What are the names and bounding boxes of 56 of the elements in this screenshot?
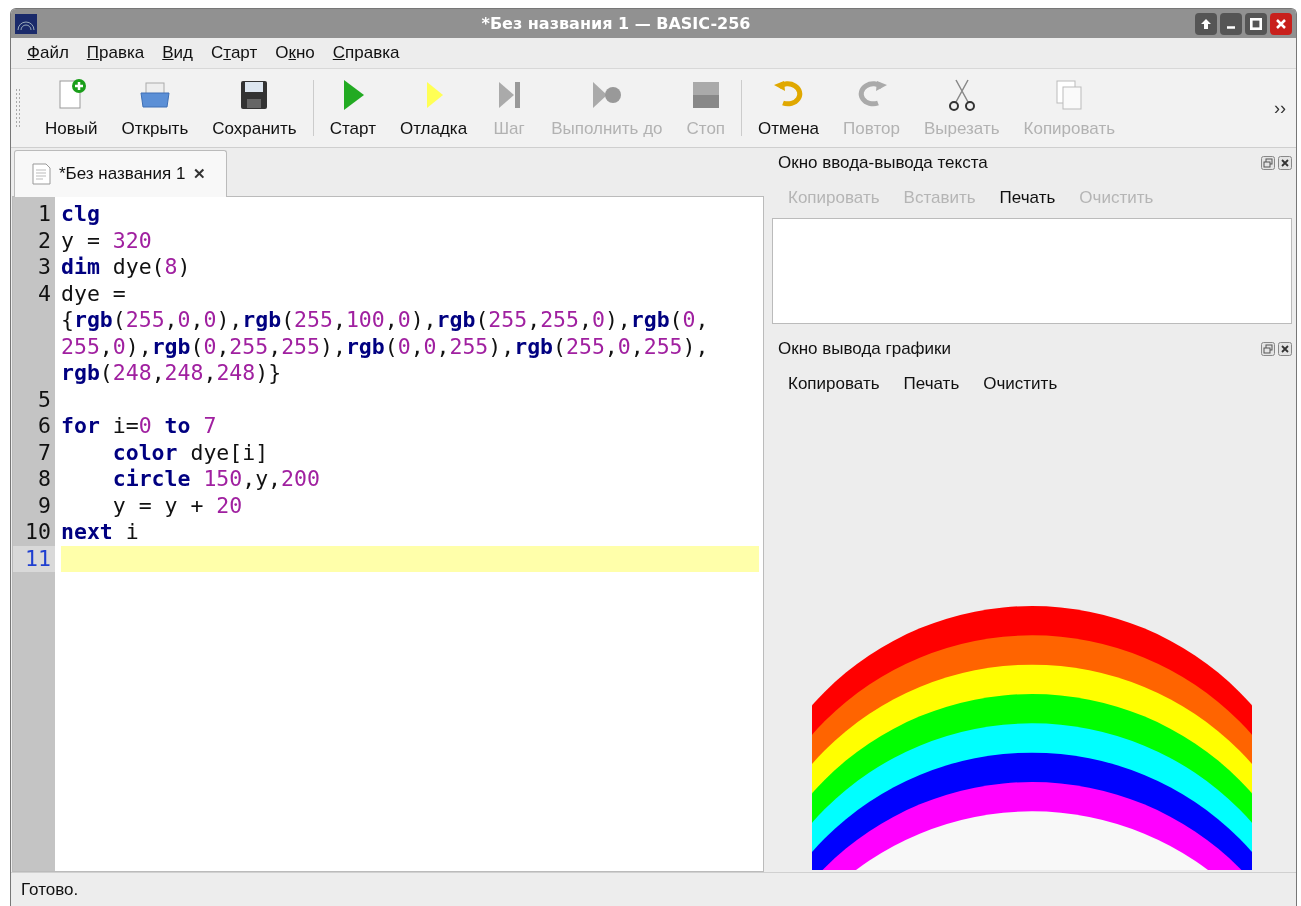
line-number: 1 — [37, 201, 52, 228]
minimize-icon — [1227, 26, 1235, 29]
panel-title: Окно вывода графики — [778, 339, 952, 359]
run-button[interactable]: Старт — [317, 73, 388, 143]
window-title: *Без названия 1 — BASIC-256 — [480, 14, 752, 33]
status-text: Готово. — [21, 880, 79, 900]
editor-tab[interactable]: *Без названия 1 ✕ — [14, 150, 228, 197]
code-line: color dye[i] — [111, 439, 270, 466]
menu-item[interactable]: Старт — [203, 40, 266, 66]
code-line: y = y + 20 — [111, 492, 244, 519]
text-output-field[interactable] — [772, 218, 1292, 324]
code-line: next i — [61, 519, 140, 546]
code-line: dye = {rgb(255,0,0),rgb(255,100,0),rgb(255,255,0),rgb(0, 255,0),rgb(0,255,255),rgb(0,0,255),rgb(255,0,255), rgb(248,248,248)} — [61, 280, 710, 387]
line-number: 8 — [37, 466, 52, 493]
close-icon — [1276, 18, 1286, 29]
line-number: 5 — [37, 386, 52, 413]
menu-item[interactable]: Справка — [324, 40, 408, 66]
close-button[interactable] — [1270, 12, 1292, 35]
menu-item[interactable]: Файл — [19, 40, 77, 66]
new-button[interactable]: Новый — [33, 73, 110, 143]
line-number: 4 — [37, 280, 52, 308]
document-icon — [31, 163, 51, 185]
graphics-output-action[interactable]: Копировать — [778, 370, 890, 398]
graphics-output-action[interactable]: Очистить — [973, 370, 1068, 398]
maximize-button[interactable] — [1245, 12, 1267, 35]
save-button[interactable]: Сохранить — [200, 73, 309, 143]
open-button[interactable]: Открыть — [109, 73, 201, 143]
line-number: 7 — [37, 439, 52, 466]
minimize-button[interactable] — [1220, 12, 1242, 35]
undo-button[interactable]: Отмена — [746, 73, 832, 143]
text-output-action[interactable]: Печать — [989, 184, 1066, 212]
code-line: circle 150,y,200 — [111, 466, 321, 493]
code-line: dim dye(8) — [61, 254, 192, 281]
close-panel-button[interactable] — [1278, 342, 1292, 356]
line-number: 2 — [37, 227, 52, 254]
up-arrow-icon — [1201, 18, 1211, 29]
line-number: 11 — [13, 545, 55, 572]
line-number: 6 — [37, 413, 52, 440]
menu-item[interactable]: Вид — [154, 40, 201, 66]
toolbar-overflow-button[interactable]: ›› — [1274, 97, 1286, 119]
menu-item[interactable]: Правка — [78, 40, 153, 66]
close-panel-button[interactable] — [1278, 156, 1292, 170]
line-number: 10 — [24, 519, 52, 546]
code-line: clg — [61, 201, 101, 228]
keep-above-button[interactable] — [1195, 12, 1217, 35]
panel-title: Окно ввода-вывода текста — [778, 153, 988, 173]
debug-button[interactable]: Отладка — [387, 73, 480, 143]
menu-item[interactable]: Окно — [267, 40, 323, 66]
line-number: 3 — [37, 254, 52, 281]
code-line: y = 320 — [61, 227, 153, 254]
close-tab-button[interactable]: ✕ — [193, 165, 207, 183]
maximize-icon — [1250, 17, 1262, 30]
graphics-output-action[interactable]: Печать — [893, 370, 970, 398]
code-line: for i=0 to 7 — [61, 413, 218, 440]
app-logo-icon — [15, 13, 37, 34]
line-number: 9 — [37, 492, 52, 519]
